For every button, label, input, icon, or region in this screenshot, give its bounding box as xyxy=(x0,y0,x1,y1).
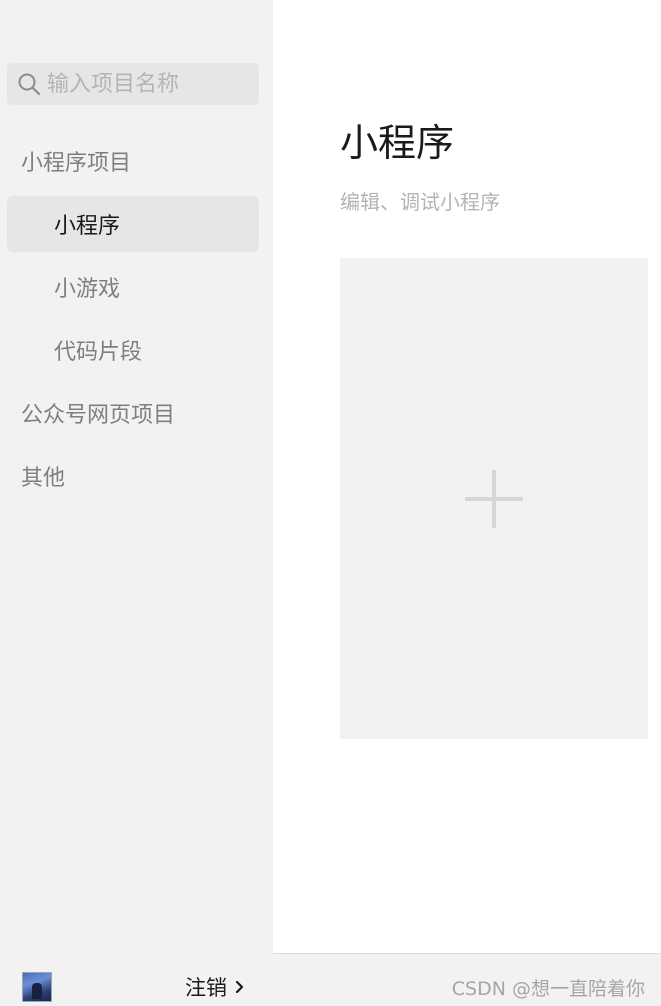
watermark: CSDN @想一直陪着你 xyxy=(451,978,645,1000)
page-title: 小程序 xyxy=(340,121,455,165)
sidebar-item-label: 公众号网页项目 xyxy=(21,403,176,428)
avatar[interactable] xyxy=(22,972,52,1002)
logout-button[interactable]: 注销 xyxy=(185,972,247,1002)
sidebar-item-miniprogram[interactable]: 小程序 xyxy=(7,196,259,252)
sidebar-item-minigame[interactable]: 小游戏 xyxy=(7,259,259,315)
search-box[interactable] xyxy=(7,63,259,105)
main-content: 小程序 编辑、调试小程序 CSDN @想一直陪着你 xyxy=(273,0,661,1006)
sidebar-item-label: 小游戏 xyxy=(54,277,121,302)
sidebar: 小程序项目 小程序 小游戏 代码片段 公众号网页项目 其他 注销 xyxy=(0,0,273,1006)
footer-bar: CSDN @想一直陪着你 xyxy=(273,953,661,1006)
sidebar-item-label: 小程序 xyxy=(54,214,121,239)
sidebar-item-official-account-web[interactable]: 公众号网页项目 xyxy=(7,385,259,441)
sidebar-item-label: 小程序项目 xyxy=(21,151,132,176)
sidebar-item-label: 代码片段 xyxy=(54,340,143,365)
app-window: 小程序项目 小程序 小游戏 代码片段 公众号网页项目 其他 注销 小程 xyxy=(0,0,661,1006)
sidebar-footer: 注销 xyxy=(0,955,273,1006)
sidebar-item-other[interactable]: 其他 xyxy=(7,448,259,504)
page-subtitle: 编辑、调试小程序 xyxy=(340,190,500,214)
sidebar-item-miniprogram-project[interactable]: 小程序项目 xyxy=(7,133,259,189)
logout-label: 注销 xyxy=(185,976,227,1000)
create-project-card[interactable] xyxy=(340,258,648,739)
search-icon xyxy=(18,73,41,96)
sidebar-item-label: 其他 xyxy=(21,466,66,491)
chevron-right-icon xyxy=(235,980,244,994)
plus-icon xyxy=(465,470,523,528)
sidebar-item-code-snippet[interactable]: 代码片段 xyxy=(7,322,259,378)
search-input[interactable] xyxy=(47,71,247,97)
